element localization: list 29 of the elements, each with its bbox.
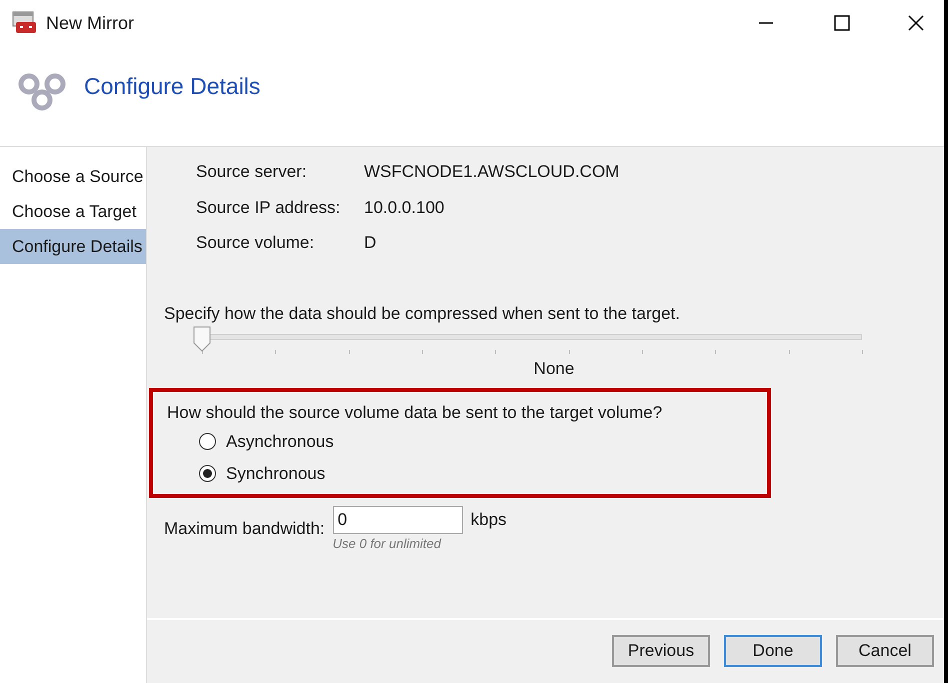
detail-value: 10.0.0.100 — [364, 196, 444, 218]
bandwidth-field[interactable]: 0 — [332, 506, 463, 534]
sidebar-item[interactable]: Choose a Target — [0, 194, 146, 229]
dialog-button[interactable]: Previous — [612, 634, 710, 666]
dialog-button[interactable]: Done — [724, 634, 822, 666]
window-title: New Mirror — [46, 12, 134, 34]
toolbox-icon — [12, 11, 38, 35]
dialog-button[interactable]: Cancel — [836, 634, 934, 666]
close-icon[interactable] — [908, 15, 924, 31]
detail-value: D — [364, 232, 376, 254]
detail-label: Source volume: — [196, 232, 316, 254]
compression-value: None — [534, 358, 574, 380]
sidebar-item[interactable]: Choose a Source — [0, 159, 146, 194]
radio-button[interactable] — [199, 464, 216, 482]
detail-value: WSFCNODE1.AWSCLOUD.COM — [364, 161, 620, 183]
unit-label: kbps — [470, 509, 507, 532]
slider-thumb[interactable] — [193, 326, 211, 352]
page-heading: Configure Details — [84, 72, 260, 101]
radio-button[interactable] — [199, 433, 216, 450]
maximize-icon[interactable] — [834, 15, 850, 31]
radio-label: Synchronous — [226, 462, 326, 484]
detail-label: Source IP address: — [196, 196, 342, 218]
compression-label: Specify how the data should be compressed when sent to the target. — [164, 302, 681, 324]
hint-text: Use 0 for unlimited — [332, 535, 442, 553]
detail-label: Source server: — [196, 161, 308, 183]
radio-label: Asynchronous — [226, 431, 334, 453]
sidebar-item[interactable]: Configure Details — [0, 229, 146, 264]
bandwidth-label: Maximum bandwidth: — [164, 518, 325, 540]
question-label: How should the source volume data be sent to the target volume? — [167, 402, 664, 424]
